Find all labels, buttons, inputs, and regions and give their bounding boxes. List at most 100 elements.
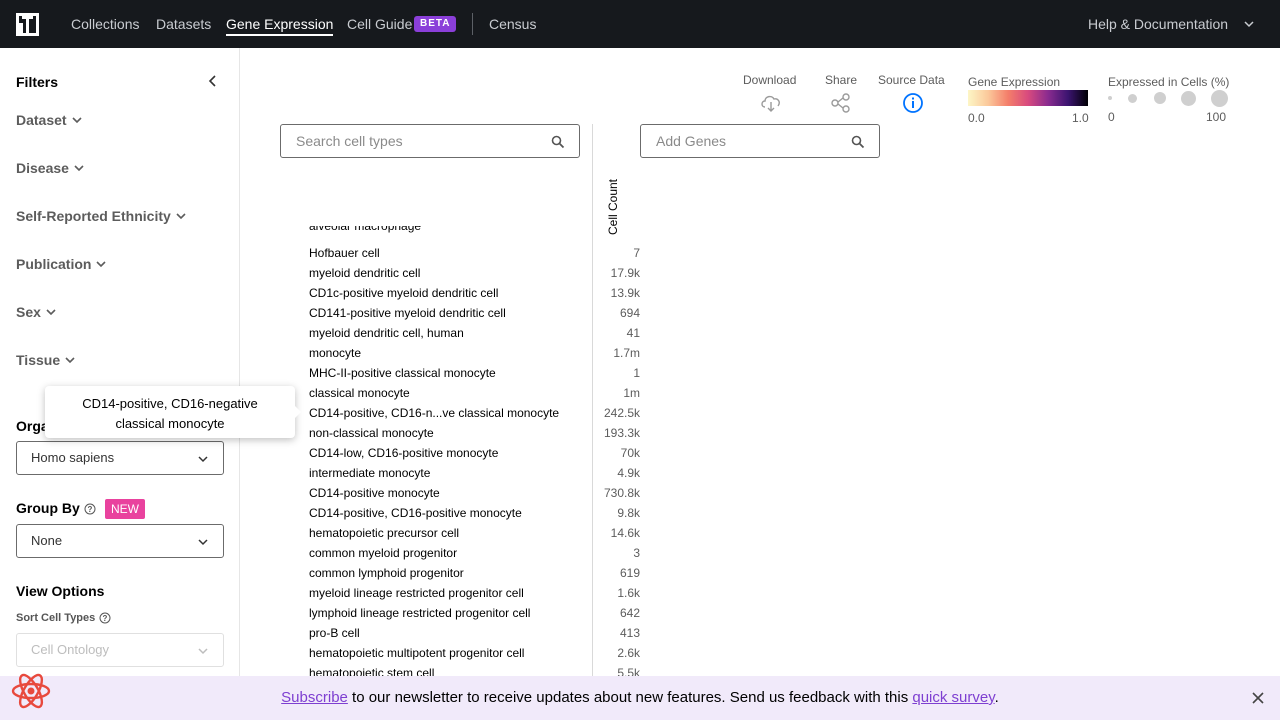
newsletter-banner: Subscribe to our newsletter to receive u… xyxy=(0,676,1280,720)
cell-type-name[interactable]: hematopoietic multipotent progenitor cel… xyxy=(309,646,524,660)
cell-type-name[interactable]: myeloid dendritic cell xyxy=(309,266,420,280)
cell-type-name[interactable]: common myeloid progenitor xyxy=(309,546,457,560)
beta-badge: BETA xyxy=(414,16,457,32)
chevron-down-icon xyxy=(74,165,84,172)
cell-type-name[interactable]: common lymphoid progenitor xyxy=(309,566,464,580)
cell-count-value: 3 xyxy=(633,546,640,560)
chevron-down-icon xyxy=(198,648,208,655)
gene-expression-legend-label: Gene Expression xyxy=(968,75,1061,89)
filter-publication[interactable]: Publication xyxy=(16,256,107,272)
sort-cell-types-select[interactable]: Cell Ontology xyxy=(16,633,224,667)
cell-count-header: Cell Count xyxy=(606,178,620,236)
cell-type-name[interactable]: classical monocyte xyxy=(309,386,410,400)
cell-count-value: 70k xyxy=(620,446,640,460)
cell-type-name[interactable]: MHC-II-positive classical monocyte xyxy=(309,366,496,380)
filter-label: Publication xyxy=(16,256,92,272)
cell-count-value: 1 xyxy=(633,366,640,380)
tooltip-line: classical monocyte xyxy=(115,416,225,431)
filter-disease[interactable]: Disease xyxy=(16,160,85,176)
search-cell-types-input[interactable] xyxy=(296,133,526,149)
svg-text:?: ? xyxy=(103,614,108,623)
filters-sidebar: Filters Dataset Disease Self-Reported Et… xyxy=(0,48,240,676)
cell-count-value: 4.9k xyxy=(617,466,640,480)
expressed-max: 100 xyxy=(1206,110,1227,124)
expressed-min: 0 xyxy=(1108,110,1115,124)
cellxgene-logo-icon[interactable] xyxy=(16,13,39,36)
cell-count-value: 730.8k xyxy=(603,486,640,500)
sort-cell-types-label: Sort Cell Types? xyxy=(16,612,111,624)
nav-cell-guide[interactable]: Cell Guide xyxy=(347,16,412,32)
chevron-down-icon xyxy=(96,261,107,268)
cell-type-name[interactable]: Hofbauer cell xyxy=(309,246,380,260)
size-legend-dot xyxy=(1181,91,1196,106)
cell-count-value: 242.5k xyxy=(603,406,640,420)
nav-census[interactable]: Census xyxy=(489,16,536,32)
download-cloud-icon[interactable] xyxy=(760,93,782,113)
cell-list-divider xyxy=(592,124,593,676)
search-icon xyxy=(551,135,565,149)
nav-collections[interactable]: Collections xyxy=(71,16,139,32)
sort-value: Cell Ontology xyxy=(31,642,110,657)
share-label: Share xyxy=(825,73,858,87)
filter-ethnicity[interactable]: Self-Reported Ethnicity xyxy=(16,208,187,224)
cell-type-name[interactable]: hematopoietic precursor cell xyxy=(309,526,459,540)
svg-text:?: ? xyxy=(87,505,92,514)
chevron-down-icon[interactable] xyxy=(1243,18,1255,30)
cell-count-value: 694 xyxy=(619,306,640,320)
gene-expression-max: 1.0 xyxy=(1072,111,1089,125)
expressed-legend-label: Expressed in Cells (%) xyxy=(1108,75,1230,89)
cell-type-name[interactable]: CD1c-positive myeloid dendritic cell xyxy=(309,286,498,300)
cell-type-name[interactable]: myeloid lineage restricted progenitor ce… xyxy=(309,586,524,600)
cell-type-name[interactable]: CD14-low, CD16-positive monocyte xyxy=(309,446,498,460)
cell-count-value: 17.9k xyxy=(610,266,640,280)
tooltip-line: CD14-positive, CD16-negative xyxy=(82,396,258,411)
search-icon xyxy=(851,135,865,149)
share-icon[interactable] xyxy=(830,93,852,113)
cell-type-name[interactable]: CD141-positive myeloid dendritic cell xyxy=(309,306,506,320)
size-legend-dot xyxy=(1128,94,1137,103)
react-devtools-icon[interactable] xyxy=(10,672,52,710)
nav-gene-expression[interactable]: Gene Expression xyxy=(226,16,334,36)
info-icon[interactable] xyxy=(902,93,924,113)
help-question-icon[interactable]: ? xyxy=(99,612,111,624)
help-documentation-link[interactable]: Help & Documentation xyxy=(1088,16,1228,32)
cell-type-name[interactable]: CD14-positive, CD16-n...ve classical mon… xyxy=(309,406,559,420)
cell-type-name[interactable]: pro-B cell xyxy=(309,626,360,640)
cell-type-tooltip: CD14-positive, CD16-negative classical m… xyxy=(45,386,301,438)
filter-dataset[interactable]: Dataset xyxy=(16,112,83,128)
subscribe-link[interactable]: Subscribe xyxy=(281,689,348,706)
cell-count-value: 9.8k xyxy=(617,506,640,520)
cell-count-value: 1.7m xyxy=(613,346,640,360)
banner-message: to our newsletter to receive updates abo… xyxy=(347,689,913,706)
cell-type-name[interactable]: lymphoid lineage restricted progenitor c… xyxy=(309,606,530,620)
cell-count-value: 642 xyxy=(619,606,640,620)
group-by-select[interactable]: None xyxy=(16,524,224,558)
cell-type-name[interactable]: CD14-positive monocyte xyxy=(309,486,440,500)
filter-tissue[interactable]: Tissue xyxy=(16,352,76,368)
partial-cell-row: alveolar macrophage xyxy=(309,226,422,233)
top-nav: Collections Datasets Gene Expression Cel… xyxy=(0,0,1280,48)
organism-select[interactable]: Homo sapiens xyxy=(16,441,224,475)
chevron-down-icon xyxy=(65,357,75,364)
filter-label: Sex xyxy=(16,304,41,320)
cell-type-name[interactable]: non-classical monocyte xyxy=(309,426,434,440)
new-badge: NEW xyxy=(105,499,145,519)
cell-type-name[interactable]: intermediate monocyte xyxy=(309,466,430,480)
filter-sex[interactable]: Sex xyxy=(16,304,57,320)
cell-count-value: 193.3k xyxy=(603,426,640,440)
cell-type-name[interactable]: monocyte xyxy=(309,346,361,360)
add-genes-search xyxy=(640,124,880,158)
banner-text: Subscribe to our newsletter to receive u… xyxy=(281,689,999,706)
cell-type-name[interactable]: myeloid dendritic cell, human xyxy=(309,326,464,340)
cell-count-value: 2.6k xyxy=(617,646,640,660)
help-question-icon[interactable]: ? xyxy=(84,503,96,515)
cell-type-name[interactable]: CD14-positive, CD16-positive monocyte xyxy=(309,506,522,520)
chevron-down-icon xyxy=(46,309,56,316)
collapse-sidebar-icon[interactable] xyxy=(206,74,220,88)
size-legend-dot xyxy=(1108,96,1112,100)
quick-survey-link[interactable]: quick survey xyxy=(912,689,994,706)
close-icon[interactable] xyxy=(1251,691,1265,705)
add-genes-input[interactable] xyxy=(656,133,826,149)
nav-datasets[interactable]: Datasets xyxy=(156,16,211,32)
size-legend-dot xyxy=(1154,92,1166,104)
